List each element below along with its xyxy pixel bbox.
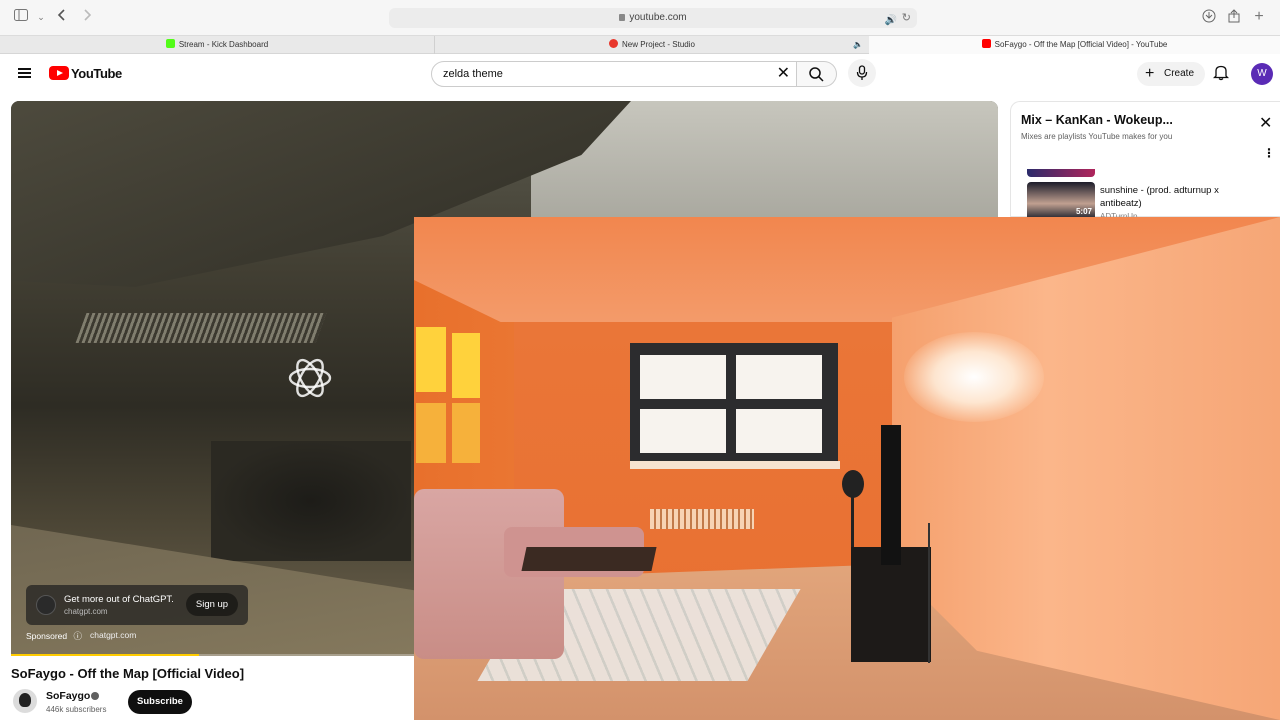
sidebar-icon[interactable] <box>13 9 29 25</box>
youtube-favicon-icon <box>981 39 991 48</box>
lock-icon <box>619 14 626 21</box>
new-tab-icon[interactable]: + <box>1251 9 1267 25</box>
tab-youtube[interactable]: SoFaygo - Off the Map [Official Video] -… <box>869 36 1280 54</box>
bell-icon[interactable] <box>1212 64 1231 82</box>
chatgpt-ad-icon <box>36 595 56 615</box>
url-text: youtube.com <box>629 12 687 23</box>
info-icon[interactable]: ⓘ <box>74 631 83 641</box>
tab-studio[interactable]: New Project - Studio 🔈 <box>435 36 869 54</box>
search-value[interactable]: zelda theme <box>443 68 503 80</box>
ad-progress-fill <box>11 654 199 656</box>
subscriber-count: 446k subscribers <box>46 705 107 714</box>
search-icon <box>809 67 824 82</box>
window-pane <box>736 409 822 453</box>
tab-kick[interactable]: Stream - Kick Dashboard <box>0 36 434 54</box>
studio-favicon-icon <box>609 39 619 48</box>
chevron-down-icon[interactable]: ⌄ <box>33 9 49 25</box>
close-icon[interactable]: ✕ <box>1259 116 1272 132</box>
search-button[interactable] <box>797 61 837 87</box>
room-coffee-table <box>521 547 657 571</box>
duration-badge: 5:07 <box>1075 207 1092 216</box>
ad-headline: Get more out of ChatGPT. <box>64 594 174 605</box>
chatgpt-logo-icon <box>288 358 332 398</box>
create-button[interactable]: + Create <box>1137 62 1205 86</box>
voice-search-button[interactable] <box>848 59 876 87</box>
kick-favicon-icon <box>165 39 175 48</box>
video-title: SoFaygo - Off the Map [Official Video] <box>11 666 245 681</box>
window-pane <box>640 355 726 399</box>
mix-subtitle: Mixes are playlists YouTube makes for yo… <box>1021 132 1173 141</box>
more-icon[interactable]: ⋮ <box>1263 147 1275 159</box>
room-left-window <box>452 403 480 463</box>
ad-domain: chatgpt.com <box>64 607 108 616</box>
menu-icon[interactable] <box>18 68 31 78</box>
speaker-icon[interactable]: 🔊 <box>885 11 897 31</box>
window-sill <box>630 461 840 469</box>
channel-name[interactable]: SoFaygo <box>46 690 90 702</box>
address-bar[interactable]: youtube.com 🔊 ↻ <box>389 8 917 28</box>
playlist-prev-thumbnail[interactable] <box>1027 169 1095 177</box>
share-icon[interactable] <box>1226 9 1242 25</box>
download-icon[interactable] <box>1201 9 1217 25</box>
forward-icon[interactable] <box>79 9 95 25</box>
room-left-window <box>416 327 446 392</box>
channel-avatar[interactable] <box>13 689 37 713</box>
youtube-logo-icon[interactable] <box>49 66 69 80</box>
room-left-window <box>416 403 446 463</box>
window-pane <box>736 355 822 399</box>
mix-title[interactable]: Mix – KanKan - Wokeup... <box>1021 113 1173 127</box>
playlist-item-thumbnail[interactable]: 5:07 <box>1027 182 1095 218</box>
room-left-window <box>452 333 480 398</box>
video-scene-grille <box>75 313 327 343</box>
youtube-header: YouTube zelda theme ✕ + Create W <box>0 54 1280 94</box>
tab-bar: Stream - Kick Dashboard New Project - St… <box>0 35 1280 54</box>
back-icon[interactable] <box>54 9 70 25</box>
avatar[interactable]: W <box>1251 63 1273 85</box>
window-pane <box>640 409 726 453</box>
mic-icon <box>856 65 868 80</box>
tab-speaker-icon[interactable]: 🔈 <box>853 36 863 54</box>
youtube-logo-text[interactable]: YouTube <box>71 66 122 81</box>
overlay-camera-video[interactable] <box>414 217 1280 720</box>
browser-toolbar: ⌄ youtube.com 🔊 ↻ + <box>0 0 1280 35</box>
ad-signup-button[interactable]: Sign up <box>186 593 238 616</box>
reload-icon[interactable]: ↻ <box>902 8 911 28</box>
mix-playlist-panel: Mix – KanKan - Wokeup... Mixes are playl… <box>1010 101 1280 221</box>
room-fan <box>842 470 864 498</box>
light-glare <box>904 332 1044 422</box>
clear-icon[interactable]: ✕ <box>777 65 790 83</box>
playlist-item-title[interactable]: sunshine - (prod. adturnup x antibeatz) <box>1100 184 1230 210</box>
ad-card[interactable]: Get more out of ChatGPT. chatgpt.com Sig… <box>26 585 248 625</box>
verified-icon <box>91 692 99 700</box>
video-scene-engine <box>211 441 411 561</box>
room-radiator <box>650 509 754 529</box>
search-input[interactable]: zelda theme ✕ <box>431 61 797 87</box>
plus-icon: + <box>1145 65 1155 82</box>
room-window <box>630 343 838 465</box>
room-tripod <box>928 523 930 663</box>
sponsored-label: Sponsored ⓘ <box>26 631 83 641</box>
subscribe-button[interactable]: Subscribe <box>128 690 192 714</box>
room-tv <box>881 425 901 565</box>
sponsored-domain[interactable]: chatgpt.com <box>90 630 136 640</box>
